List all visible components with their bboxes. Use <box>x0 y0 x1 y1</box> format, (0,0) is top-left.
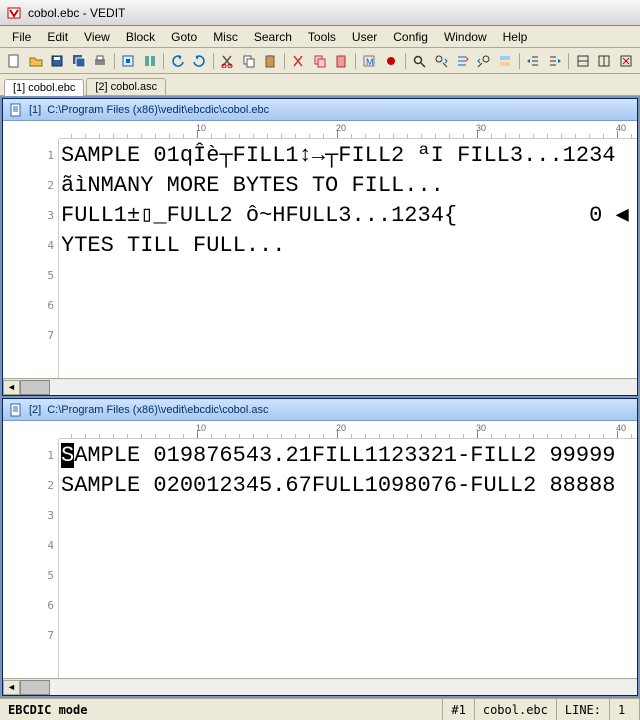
split-h-icon[interactable] <box>572 50 593 72</box>
close-split-icon[interactable] <box>615 50 636 72</box>
toolbar-separator <box>353 50 359 72</box>
doc2-title-bar[interactable]: [2] C:\Program Files (x86)\vedit\ebcdic\… <box>3 399 637 421</box>
menu-misc[interactable]: Misc <box>205 27 246 47</box>
menu-goto[interactable]: Goto <box>163 27 205 47</box>
document-icon <box>9 403 23 417</box>
doc2-gutter: 1 2 3 4 5 6 7 <box>3 439 59 678</box>
print-icon[interactable] <box>90 50 111 72</box>
doc1-line-2: ãìNMANY MORE BYTES TO FILL... <box>61 171 637 201</box>
copy-icon[interactable] <box>239 50 260 72</box>
doc1-index: [1] <box>29 104 41 116</box>
workspace: [1] C:\Program Files (x86)\vedit\ebcdic\… <box>0 96 640 698</box>
doc-window-2: [2] C:\Program Files (x86)\vedit\ebcdic\… <box>2 398 638 696</box>
doc1-line-4: YTES TILL FULL... <box>61 231 637 261</box>
doc2-body: 1 2 3 4 5 6 7 SAMPLE 019876543.21FILL112… <box>3 439 637 678</box>
doc2-line-1: SAMPLE 019876543.21FILL1123321-FILL2 999… <box>61 441 637 471</box>
toolbar-separator <box>516 50 522 72</box>
toolbar-separator <box>566 50 572 72</box>
svg-text:M: M <box>366 57 374 67</box>
menu-view[interactable]: View <box>76 27 118 47</box>
scroll-left-icon[interactable]: ◄ <box>3 380 20 395</box>
doc1-path: C:\Program Files (x86)\vedit\ebcdic\cobo… <box>47 104 269 116</box>
cut-icon[interactable] <box>217 50 238 72</box>
tool-icon-7[interactable] <box>140 50 161 72</box>
find-icon[interactable] <box>409 50 430 72</box>
toolbar-separator <box>161 50 167 72</box>
doc1-ruler: 10 20 30 40 <box>59 121 637 139</box>
title-bar: cobol.ebc - VEDIT <box>0 0 640 26</box>
tab-cobol-asc[interactable]: [2] cobol.asc <box>86 78 166 95</box>
doc2-line-2: SAMPLE 020012345.67FULL1098076-FULL2 888… <box>61 471 637 501</box>
window-title: cobol.ebc - VEDIT <box>28 6 125 20</box>
doc1-hscrollbar[interactable]: ◄ <box>3 378 637 395</box>
text-cursor: S <box>61 443 74 468</box>
menu-config[interactable]: Config <box>385 27 436 47</box>
toolbar-separator <box>211 50 217 72</box>
indent-icon[interactable] <box>544 50 565 72</box>
menu-file[interactable]: File <box>4 27 39 47</box>
status-line-label: LINE: <box>557 699 610 720</box>
doc1-title-bar[interactable]: [1] C:\Program Files (x86)\vedit\ebcdic\… <box>3 99 637 121</box>
menu-search[interactable]: Search <box>246 27 300 47</box>
doc1-line-1: SAMPLE 01qÎè┬FILL1↕→┬FILL2 ªI FILL3...12… <box>61 141 637 171</box>
paste-block-icon[interactable] <box>331 50 352 72</box>
split-v-icon[interactable] <box>594 50 615 72</box>
menu-user[interactable]: User <box>344 27 385 47</box>
menu-edit[interactable]: Edit <box>39 27 76 47</box>
new-file-icon[interactable] <box>4 50 25 72</box>
scroll-thumb[interactable] <box>20 380 50 395</box>
copy-block-icon[interactable] <box>310 50 331 72</box>
find-back-icon[interactable] <box>473 50 494 72</box>
toolbar-separator <box>282 50 288 72</box>
menu-bar: File Edit View Block Goto Misc Search To… <box>0 26 640 48</box>
doc1-body: 1 2 3 4 5 6 7 SAMPLE 01qÎè┬FILL1↕→┬FILL2… <box>3 139 637 378</box>
toolbar-separator <box>112 50 118 72</box>
status-filename: cobol.ebc <box>475 699 557 720</box>
record-icon[interactable] <box>381 50 402 72</box>
scroll-left-icon[interactable]: ◄ <box>3 680 20 695</box>
toolbar: M <box>0 48 640 74</box>
doc1-line-3: FULL1±▯_FULL2 ô~HFULL3...1234{ 0 ◀ <box>61 201 637 231</box>
doc2-path: C:\Program Files (x86)\vedit\ebcdic\cobo… <box>47 404 268 416</box>
doc1-gutter: 1 2 3 4 5 6 7 <box>3 139 59 378</box>
tool-icon-6[interactable] <box>118 50 139 72</box>
scroll-track[interactable] <box>50 680 637 695</box>
doc-window-1: [1] C:\Program Files (x86)\vedit\ebcdic\… <box>2 98 638 396</box>
status-buffer: #1 <box>443 699 474 720</box>
scroll-thumb[interactable] <box>20 680 50 695</box>
save-icon[interactable] <box>47 50 68 72</box>
document-icon <box>9 103 23 117</box>
outdent-icon[interactable] <box>523 50 544 72</box>
paste-icon[interactable] <box>260 50 281 72</box>
menu-window[interactable]: Window <box>436 27 495 47</box>
menu-help[interactable]: Help <box>495 27 536 47</box>
status-line-value: 1 <box>610 699 640 720</box>
status-bar: EBCDIC mode #1 cobol.ebc LINE: 1 <box>0 698 640 720</box>
redo-icon[interactable] <box>189 50 210 72</box>
tab-cobol-ebc[interactable]: [1] cobol.ebc <box>4 79 84 96</box>
menu-block[interactable]: Block <box>118 27 163 47</box>
cut-block-icon[interactable] <box>288 50 309 72</box>
open-file-icon[interactable] <box>26 50 47 72</box>
toolbar-separator <box>402 50 408 72</box>
replace-all-icon[interactable] <box>495 50 516 72</box>
replace-icon[interactable] <box>452 50 473 72</box>
doc2-code-area[interactable]: SAMPLE 019876543.21FILL1123321-FILL2 999… <box>59 439 637 678</box>
macro-icon[interactable]: M <box>359 50 380 72</box>
status-mode: EBCDIC mode <box>0 699 443 720</box>
doc2-ruler: 10 20 30 40 <box>59 421 637 439</box>
undo-icon[interactable] <box>168 50 189 72</box>
app-icon <box>6 5 22 21</box>
doc1-code-area[interactable]: SAMPLE 01qÎè┬FILL1↕→┬FILL2 ªI FILL3...12… <box>59 139 637 378</box>
scroll-track[interactable] <box>50 380 637 395</box>
doc2-hscrollbar[interactable]: ◄ <box>3 678 637 695</box>
menu-tools[interactable]: Tools <box>300 27 344 47</box>
find-next-icon[interactable] <box>430 50 451 72</box>
document-tab-bar: [1] cobol.ebc [2] cobol.asc <box>0 74 640 96</box>
doc2-index: [2] <box>29 404 41 416</box>
save-all-icon[interactable] <box>69 50 90 72</box>
